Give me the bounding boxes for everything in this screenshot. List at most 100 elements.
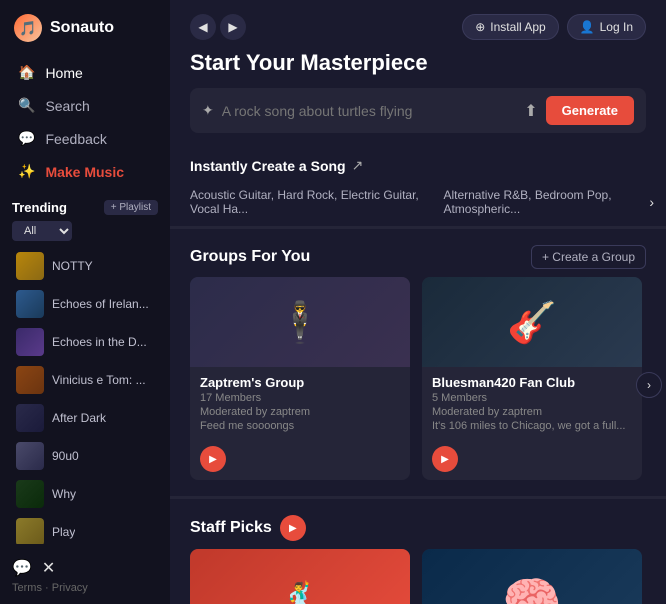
- song-thumbnail: [16, 518, 44, 544]
- tag-group-1[interactable]: Acoustic Guitar, Hard Rock, Electric Gui…: [190, 188, 427, 216]
- group-card: 🕴 Zaptrem's Group 17 Members Moderated b…: [190, 277, 410, 480]
- groups-title: Groups For You: [190, 248, 310, 266]
- feedback-icon: 💬: [18, 130, 35, 147]
- section-divider: [170, 226, 666, 229]
- tag-group-2[interactable]: Alternative R&B, Bedroom Pop, Atmospheri…: [443, 188, 646, 216]
- top-nav: ◀ ▶ ⊕ Install App 👤 Log In: [170, 0, 666, 50]
- group-description: Feed me soooongs: [200, 420, 400, 432]
- nav-items: 🏠 Home 🔍 Search 💬 Feedback ✨ Make Music: [0, 52, 170, 192]
- group-play-button[interactable]: ▶: [200, 446, 226, 472]
- separator: ·: [45, 582, 52, 594]
- list-item[interactable]: Echoes of Irelan...: [12, 285, 158, 323]
- terms-link[interactable]: Terms: [12, 582, 42, 594]
- person-icon: 🕴: [275, 299, 325, 346]
- list-item[interactable]: After Dark: [12, 399, 158, 437]
- sidebar-item-search[interactable]: 🔍 Search: [8, 89, 162, 122]
- privacy-link[interactable]: Privacy: [52, 582, 88, 594]
- install-app-button[interactable]: ⊕ Install App: [462, 14, 558, 40]
- group-name: Bluesman420 Fan Club: [432, 375, 632, 390]
- song-thumbnail: [16, 252, 44, 280]
- nav-arrows: ◀ ▶: [190, 14, 246, 40]
- tags-chevron-icon[interactable]: ›: [629, 190, 662, 214]
- sparkle-icon: ✦: [202, 102, 214, 119]
- trending-label: Trending: [12, 200, 67, 215]
- group-members: 17 Members: [200, 392, 400, 404]
- staff-picks-title: Staff Picks: [190, 519, 272, 537]
- song-thumbnail: [16, 442, 44, 470]
- app-title: Sonauto: [50, 19, 114, 37]
- list-item[interactable]: Echoes in the D...: [12, 323, 158, 361]
- song-title: Echoes in the D...: [52, 335, 147, 349]
- instantly-create-row: Instantly Create a Song ↗: [170, 149, 666, 182]
- discord-icon[interactable]: 💬: [12, 558, 32, 578]
- tags-row: Acoustic Guitar, Hard Rock, Electric Gui…: [170, 182, 666, 222]
- pick-card: 🕺 ▶ v2 Disco Donald zaptrem KUQIMAO disc…: [190, 549, 410, 604]
- login-button[interactable]: 👤 Log In: [567, 14, 646, 40]
- list-item[interactable]: 90u0: [12, 437, 158, 475]
- forward-button[interactable]: ▶: [220, 14, 246, 40]
- share-icon[interactable]: ↗: [352, 157, 364, 174]
- song-thumbnail: [16, 480, 44, 508]
- create-group-button[interactable]: + Create a Group: [531, 245, 646, 269]
- generate-button[interactable]: Generate: [546, 96, 634, 125]
- song-thumbnail: [16, 328, 44, 356]
- footer-links: Terms · Privacy: [12, 582, 158, 594]
- group-image: 🕴: [190, 277, 410, 367]
- sidebar-item-home[interactable]: 🏠 Home: [8, 56, 162, 89]
- brain-icon: 🧠: [502, 571, 562, 604]
- list-item[interactable]: Why: [12, 475, 158, 513]
- group-play-button[interactable]: ▶: [432, 446, 458, 472]
- song-title: 90u0: [52, 449, 79, 463]
- list-item[interactable]: NOTTY: [12, 247, 158, 285]
- filter-row: All: [12, 221, 158, 241]
- staff-picks-play-icon[interactable]: ▶: [280, 515, 306, 541]
- app-logo: 🎵: [14, 14, 42, 42]
- back-button[interactable]: ◀: [190, 14, 216, 40]
- trending-filter[interactable]: All: [12, 221, 72, 241]
- groups-next-icon[interactable]: ›: [636, 372, 662, 398]
- main-content: ◀ ▶ ⊕ Install App 👤 Log In Start Your Ma…: [170, 0, 666, 604]
- sidebar-item-feedback-label: Feedback: [45, 131, 106, 147]
- section-divider-2: [170, 496, 666, 499]
- group-info: Bluesman420 Fan Club 5 Members Moderated…: [422, 367, 642, 440]
- list-item[interactable]: Play: [12, 513, 158, 544]
- hero-section: Start Your Masterpiece ✦ ⬆ Generate: [170, 50, 666, 149]
- upload-button[interactable]: ⬆: [524, 101, 537, 121]
- song-title: Why: [52, 487, 76, 501]
- sidebar: 🎵 Sonauto 🏠 Home 🔍 Search 💬 Feedback ✨ M…: [0, 0, 170, 604]
- song-title: Play: [52, 525, 75, 539]
- song-thumbnail: [16, 404, 44, 432]
- instantly-create-label: Instantly Create a Song: [190, 158, 346, 174]
- sidebar-header: 🎵 Sonauto: [0, 0, 170, 52]
- sidebar-item-make-music[interactable]: ✨ Make Music: [8, 155, 162, 188]
- song-thumbnail: [16, 290, 44, 318]
- sidebar-item-search-label: Search: [45, 98, 89, 114]
- group-name: Zaptrem's Group: [200, 375, 400, 390]
- staff-picks-header: Staff Picks ▶: [170, 503, 666, 549]
- make-music-icon: ✨: [18, 163, 35, 180]
- list-item[interactable]: Vinicius e Tom: ...: [12, 361, 158, 399]
- song-thumbnail: [16, 366, 44, 394]
- footer-icons: 💬 ✕: [12, 558, 158, 578]
- group-moderated: Moderated by zaptrem: [432, 406, 632, 418]
- sidebar-item-home-label: Home: [45, 65, 82, 81]
- group-image: 🎸: [422, 277, 642, 367]
- song-title: Vinicius e Tom: ...: [52, 373, 146, 387]
- musician-icon: 🎸: [507, 299, 557, 346]
- song-list: NOTTY Echoes of Irelan... Echoes in the …: [12, 247, 158, 544]
- sidebar-item-feedback[interactable]: 💬 Feedback: [8, 122, 162, 155]
- song-title: NOTTY: [52, 259, 93, 273]
- twitter-icon[interactable]: ✕: [42, 558, 55, 578]
- playlist-button[interactable]: + Playlist: [104, 200, 158, 215]
- pick-image: 🕺 ▶ v2: [190, 549, 410, 604]
- group-card: 🎸 Bluesman420 Fan Club 5 Members Moderat…: [422, 277, 642, 480]
- trending-header: Trending + Playlist: [12, 200, 158, 215]
- top-actions: ⊕ Install App 👤 Log In: [462, 14, 646, 40]
- search-icon: 🔍: [18, 97, 35, 114]
- install-icon: ⊕: [475, 20, 485, 34]
- create-song-bar: ✦ ⬆ Generate: [190, 88, 646, 133]
- song-prompt-input[interactable]: [222, 103, 516, 119]
- group-members: 5 Members: [432, 392, 632, 404]
- groups-header: Groups For You + Create a Group: [170, 233, 666, 277]
- groups-list: 🕴 Zaptrem's Group 17 Members Moderated b…: [170, 277, 666, 492]
